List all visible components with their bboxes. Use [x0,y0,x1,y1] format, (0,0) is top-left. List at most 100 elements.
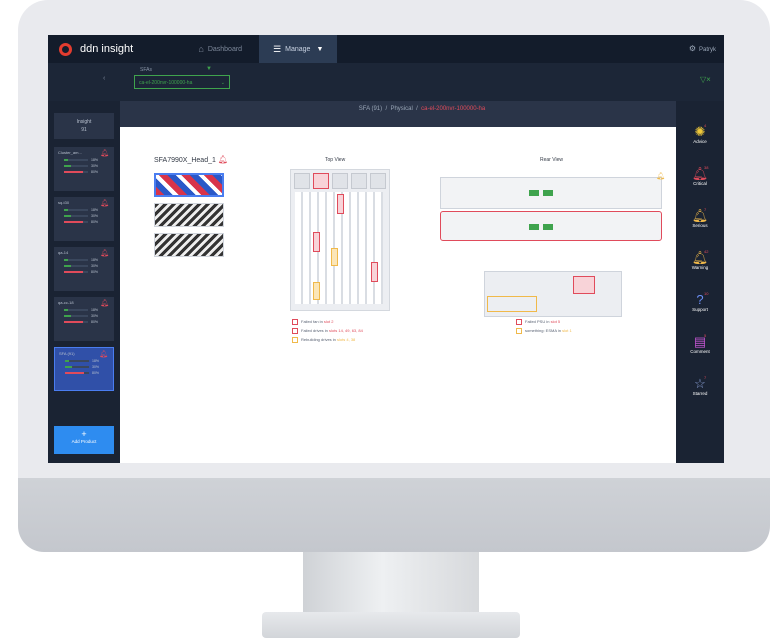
legend-swatch [292,328,298,334]
sfa-select[interactable]: ca-el-200nvr-100000-ha ⌄ [134,75,230,89]
rail-item-warning[interactable]: 🔔︎ 42 Warning [676,249,724,270]
bell-icon[interactable]: 🔔︎ [100,299,109,307]
rear-controller-1[interactable]: 🔔︎ [440,173,665,209]
collapse-left-icon[interactable]: ‹ [103,75,105,82]
fan-icon [294,173,310,189]
rail-count: 5 [704,333,707,338]
drive-rebuilding[interactable] [313,282,320,300]
clear-filter-icon[interactable]: ▽× [700,75,711,84]
usage-bar: 30% [58,264,110,268]
rail-count: 10 [704,291,709,296]
usage-bar: 80% [58,269,110,274]
drive-failed[interactable] [337,194,344,214]
legend-prefix: Rebuilding drives in [301,337,338,343]
rail-item-critical[interactable]: 🔔︎ 38 Critical [676,165,724,186]
head-thumbnail[interactable] [154,233,224,257]
usage-fill [64,208,69,211]
chevron-down-icon: ⌄ [220,80,225,86]
rail-item-comment[interactable]: ▤ 5 Comment [676,333,724,354]
rail-label: Serious [692,223,708,228]
usage-track [65,359,89,362]
legend-swatch [292,319,298,325]
breadcrumb-sfa[interactable]: SFA (91) [359,106,382,112]
usage-percent: 30% [92,364,100,369]
usage-bar: 80% [58,320,110,324]
insight-title: Insight [76,119,92,125]
rail-label: Comment [690,349,710,354]
star-icon: ☆ [694,376,706,391]
rear-psu-enclosure[interactable] [484,271,622,317]
user-name: Patryk [698,47,716,53]
breadcrumb-current: ca-el-200nvr-100000-ha [421,106,486,112]
rail-item-advice[interactable]: ✺ 4 Advice [676,123,724,144]
filter-icon[interactable]: ▼ [206,66,212,72]
rail-item-starred[interactable]: ☆ 7 Starred [676,375,724,396]
hardware-panel: SFA7990X_Head_1 🔔︎ Top View Failed fan i… [120,127,720,463]
tab-dashboard[interactable]: ⌂ Dashboard [181,35,259,63]
user-menu[interactable]: ⚙ Patryk [689,44,716,53]
top-view-enclosure[interactable] [290,169,390,311]
bell-icon: 🔔︎ [691,250,709,265]
top-bar: ddn insight ⌂ Dashboard ☰ Manage ▼ ⚙ Patr… [48,35,724,63]
legend-highlight[interactable]: slot 2 [324,319,334,324]
esm-warning[interactable] [487,296,537,312]
top-view-title: Top View [325,157,346,163]
usage-bar: 30% [58,313,110,318]
left-sidebar: Insight 91 Cluster_am... 🔔︎ 18% 30% 80% s… [48,101,120,463]
rail-item-support[interactable]: ? 10 Support [676,291,724,312]
legend-highlight[interactable]: slots 4, 38 [337,337,355,342]
legend-swatch [292,337,298,343]
bell-icon[interactable]: 🔔︎ [99,350,108,358]
product-card[interactable]: qa-cc-18 🔔︎ 18% 30% 80% [54,297,114,341]
bell-icon[interactable]: 🔔︎ [218,155,228,164]
drive-rebuilding[interactable] [331,248,338,266]
product-card[interactable]: qa-14 🔔︎ 18% 30% 80% [54,247,114,291]
fan-failed-icon[interactable] [313,173,329,189]
usage-percent: 18% [91,207,99,212]
product-card[interactable]: sq-t30 🔔︎ 18% 30% 80% [54,197,114,241]
add-product-button[interactable]: + Add Product [54,426,114,454]
usage-track [64,270,88,273]
product-card[interactable]: SFA (91) 🔔︎ 18% 30% 80% [54,347,114,391]
legend-highlight[interactable]: slot 1 [562,328,572,333]
legend-swatch [516,319,522,325]
rail-item-serious[interactable]: 🔔︎ 7 Serious [676,207,724,228]
port-cluster [529,190,539,196]
head-thumbnail[interactable] [154,203,224,227]
tab-manage[interactable]: ☰ Manage ▼ [259,35,338,63]
breadcrumb-separator: / [385,106,388,112]
usage-percent: 30% [91,213,99,218]
rail-label: Starred [692,391,708,396]
fan-row [291,170,389,192]
add-product-label: Add Product [71,439,97,444]
breadcrumb-physical[interactable]: Physical [390,106,412,112]
legend-highlight[interactable]: slots 14, 49, 63, 84 [329,328,363,333]
port-cluster [543,190,553,196]
fan-icon [370,173,386,189]
usage-track [64,170,88,173]
usage-fill [64,314,72,317]
fan-icon [332,173,348,189]
insight-card[interactable]: Insight 91 [54,113,114,139]
drive-failed[interactable] [371,262,378,282]
usage-bar: 18% [58,158,110,162]
monitor-foot [262,612,520,638]
usage-track [64,258,88,261]
head-thumbnail-selected[interactable] [154,173,224,197]
product-card[interactable]: Cluster_am... 🔔︎ 18% 30% 80% [54,147,114,191]
legend-item: Rebuilding drives in slots 4, 38 [292,337,355,343]
bell-icon[interactable]: 🔔︎ [656,172,665,180]
legend-highlight[interactable]: slot 5 [551,319,561,324]
bell-icon[interactable]: 🔔︎ [100,149,109,157]
usage-percent: 80% [91,269,99,274]
usage-bar: 18% [58,308,110,312]
psu-failed-icon[interactable] [573,276,595,294]
usage-percent: 30% [91,313,99,318]
rear-controller-2[interactable] [440,211,662,241]
usage-bar: 80% [59,371,109,375]
bell-icon[interactable]: 🔔︎ [100,199,109,207]
filter-bar: ‹ SFAs ▼ ca-el-200nvr-100000-ha ⌄ ▽× [48,63,724,101]
drive-failed[interactable] [313,232,320,252]
bell-icon[interactable]: 🔔︎ [100,249,109,257]
monitor-chin [18,478,770,552]
